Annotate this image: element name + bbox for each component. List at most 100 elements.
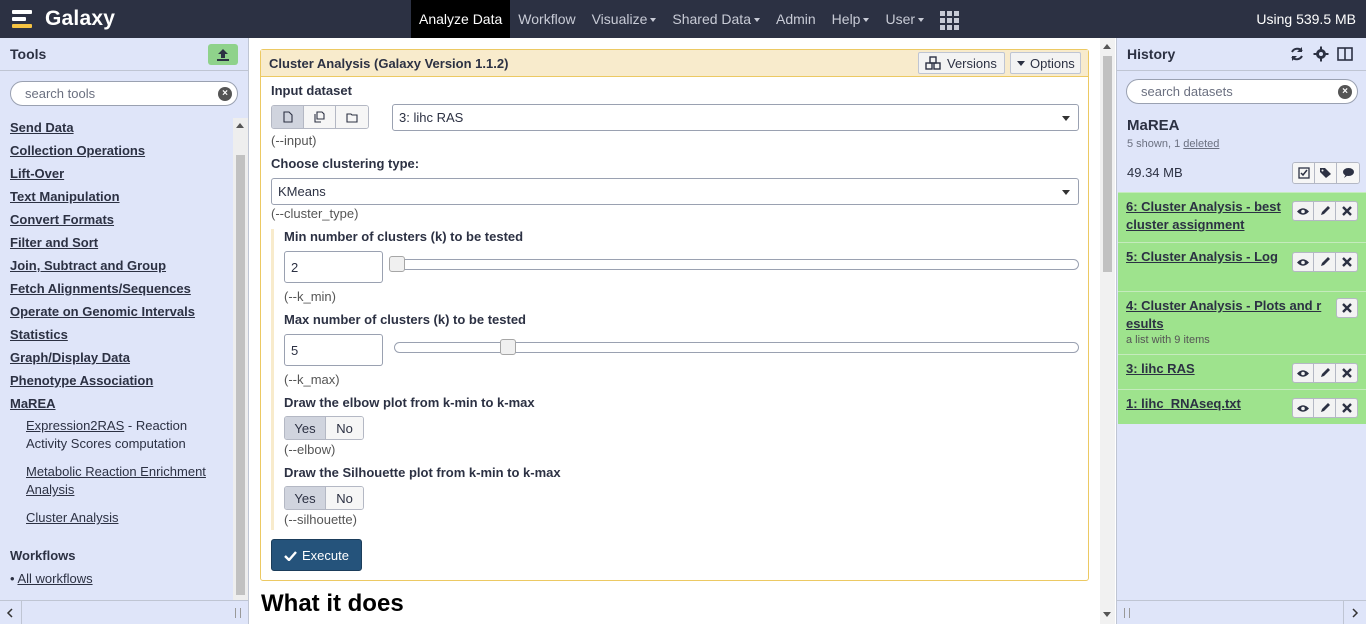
clear-search-icon[interactable]: × (218, 87, 232, 101)
tool-section[interactable]: Fetch Alignments/Sequences (10, 281, 191, 296)
delete-icon[interactable] (1336, 201, 1358, 221)
check-icon (284, 550, 297, 561)
history-dataset-1[interactable]: 1: lihc_RNAseq.txt (1118, 389, 1366, 424)
dataset-collection-button[interactable] (336, 106, 368, 128)
tool-metabolic-reaction-enrichment[interactable]: Metabolic Reaction Enrichment Analysis (26, 463, 216, 499)
eye-icon[interactable] (1292, 363, 1314, 383)
nav-shared-data[interactable]: Shared Data (664, 0, 768, 38)
tool-section[interactable]: Statistics (10, 327, 68, 342)
quota-meter[interactable]: Using 539.5 MB (1256, 0, 1356, 38)
tool-link[interactable]: Metabolic Reaction Enrichment Analysis (26, 464, 206, 497)
select-all-button[interactable] (1293, 163, 1315, 183)
history-dataset-3[interactable]: 3: lihc RAS (1118, 354, 1366, 389)
dataset-title[interactable]: 6: Cluster Analysis - best cluster assig… (1126, 198, 1286, 234)
comment-icon (1342, 168, 1354, 178)
kmax-input[interactable]: 5 (284, 334, 383, 366)
all-workflows-item[interactable]: • All workflows (10, 571, 93, 586)
eye-icon[interactable] (1292, 398, 1314, 418)
nav-analyze-data[interactable]: Analyze Data (411, 0, 511, 38)
chevron-left-icon[interactable] (6, 608, 14, 618)
eye-icon[interactable] (1292, 252, 1314, 272)
nav-user[interactable]: User (877, 0, 932, 38)
input-dataset-select[interactable]: 3: lihc RAS (392, 104, 1079, 131)
annotation-button[interactable] (1337, 163, 1359, 183)
cluster-type-select[interactable]: KMeans (271, 178, 1079, 205)
delete-icon[interactable] (1336, 252, 1358, 272)
dataset-title[interactable]: 3: lihc RAS (1126, 360, 1286, 378)
columns-icon[interactable] (1336, 45, 1354, 63)
chevron-right-icon[interactable] (1351, 608, 1359, 618)
tool-section[interactable]: Lift-Over (10, 166, 64, 181)
tool-section[interactable]: Collection Operations (10, 143, 145, 158)
kmax-slider-handle[interactable] (500, 339, 516, 355)
versions-button[interactable]: Versions (918, 52, 1005, 74)
history-search-input[interactable]: search datasets × (1126, 79, 1358, 104)
nav-help[interactable]: Help (824, 0, 878, 38)
options-button[interactable]: Options (1010, 52, 1081, 74)
nav-admin[interactable]: Admin (768, 0, 824, 38)
history-dataset-4[interactable]: 4: Cluster Analysis - Plots and results … (1118, 291, 1366, 354)
clear-search-icon[interactable]: × (1338, 85, 1352, 99)
scroll-down-icon[interactable] (1103, 612, 1111, 617)
pencil-icon[interactable] (1314, 201, 1336, 221)
center-scrollbar[interactable] (1100, 38, 1115, 624)
execute-button[interactable]: Execute (271, 539, 362, 571)
scrollbar-thumb[interactable] (1103, 56, 1112, 272)
tool-section[interactable]: Join, Subtract and Group (10, 258, 166, 273)
silhouette-no-button[interactable]: No (326, 487, 363, 509)
tool-section-marea[interactable]: MaREA (10, 396, 56, 411)
nav-scratchbook[interactable] (932, 0, 967, 38)
history-dataset-5[interactable]: 5: Cluster Analysis - Log (1118, 242, 1366, 291)
divider (21, 601, 22, 624)
delete-icon[interactable] (1336, 398, 1358, 418)
tool-link[interactable]: Cluster Analysis (26, 510, 118, 525)
tool-section[interactable]: Send Data (10, 120, 74, 135)
elbow-no-button[interactable]: No (326, 417, 363, 439)
drag-handle-icon[interactable] (235, 608, 241, 618)
drag-handle-icon[interactable] (1124, 608, 1130, 618)
tool-cluster-analysis[interactable]: Cluster Analysis (26, 509, 226, 527)
refresh-icon[interactable] (1288, 45, 1306, 63)
all-workflows-link[interactable]: All workflows (17, 571, 92, 586)
kmax-slider[interactable] (394, 339, 1079, 355)
tool-section[interactable]: Graph/Display Data (10, 350, 130, 365)
tool-section[interactable]: Filter and Sort (10, 235, 98, 250)
kmin-slider-handle[interactable] (389, 256, 405, 272)
tool-section[interactable]: Phenotype Association (10, 373, 153, 388)
scroll-up-icon[interactable] (236, 123, 244, 128)
pencil-icon[interactable] (1314, 398, 1336, 418)
delete-icon[interactable] (1336, 363, 1358, 383)
kmin-slider[interactable] (389, 256, 1079, 272)
tool-section[interactable]: Operate on Genomic Intervals (10, 304, 195, 319)
scroll-up-icon[interactable] (1103, 44, 1111, 49)
galaxy-brand[interactable]: Galaxy (12, 5, 115, 33)
gear-icon[interactable] (1312, 45, 1330, 63)
nav-workflow[interactable]: Workflow (510, 0, 583, 38)
kmin-input[interactable]: 2 (284, 251, 383, 283)
tags-button[interactable] (1315, 163, 1337, 183)
deleted-link[interactable]: deleted (1183, 138, 1219, 150)
dataset-title[interactable]: 1: lihc_RNAseq.txt (1126, 395, 1286, 413)
delete-icon[interactable] (1336, 298, 1358, 318)
multiple-datasets-button[interactable] (304, 106, 336, 128)
pencil-icon[interactable] (1314, 363, 1336, 383)
history-dataset-6[interactable]: 6: Cluster Analysis - best cluster assig… (1118, 192, 1366, 242)
elbow-yes-button[interactable]: Yes (285, 417, 326, 439)
single-dataset-button[interactable] (272, 106, 304, 128)
silhouette-yes-button[interactable]: Yes (285, 487, 326, 509)
tool-search-input[interactable]: search tools × (10, 81, 238, 106)
tool-section[interactable]: Convert Formats (10, 212, 114, 227)
dataset-title[interactable]: 4: Cluster Analysis - Plots and results (1126, 297, 1326, 333)
pencil-icon[interactable] (1314, 252, 1336, 272)
tool-expression2ras[interactable]: Expression2RAS - Reaction Activity Score… (26, 417, 226, 453)
eye-icon[interactable] (1292, 201, 1314, 221)
tool-link[interactable]: Expression2RAS (26, 418, 124, 433)
silhouette-label: Draw the Silhouette plot from k-min to k… (284, 465, 561, 480)
scrollbar-thumb[interactable] (236, 155, 245, 595)
history-name[interactable]: MaREA (1127, 117, 1180, 134)
dataset-title[interactable]: 5: Cluster Analysis - Log (1126, 248, 1286, 266)
nav-visualize[interactable]: Visualize (584, 0, 665, 38)
upload-button[interactable] (208, 44, 238, 65)
tool-panel-scrollbar[interactable] (233, 118, 248, 600)
tool-section[interactable]: Text Manipulation (10, 189, 120, 204)
